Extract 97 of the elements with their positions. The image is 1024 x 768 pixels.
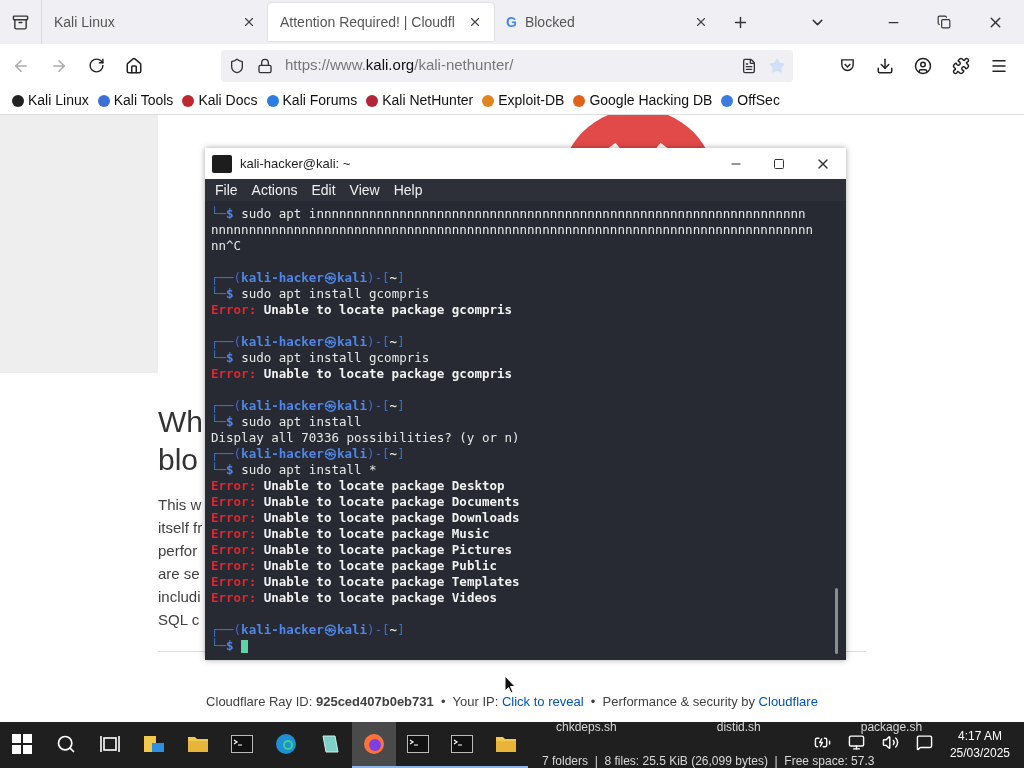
- status-text: 7 folders | 8 files: 25.5 KiB (26,099 bytes) | Free space: 57.3: [542, 755, 875, 768]
- close-tab-icon[interactable]: [468, 15, 482, 29]
- command-line: └─$ sudo apt install gcompris: [211, 286, 431, 302]
- paragraph-text: perfor: [158, 541, 198, 561]
- paragraph-text: itself fr: [158, 518, 203, 538]
- paragraph-text: includi: [158, 587, 201, 607]
- bookmark-link[interactable]: Kali Forums: [282, 90, 358, 111]
- tab-title: Attention Required! | Cloudfl: [280, 12, 456, 32]
- browser-tab[interactable]: G Blocked: [494, 3, 720, 41]
- bookmark-link[interactable]: Kali Tools: [113, 90, 174, 111]
- extensions-icon[interactable]: [952, 56, 970, 75]
- task-view-icon: [99, 734, 121, 754]
- tab-favicon: G: [506, 12, 517, 32]
- mouse-pointer-icon: [504, 675, 516, 694]
- terminal-icon: [407, 735, 429, 753]
- error-line: Error: Unable to locate package gcompris: [211, 366, 514, 382]
- file-name: distid.sh: [716, 721, 761, 734]
- close-tab-icon[interactable]: [694, 15, 708, 29]
- error-line: Error: Unable to locate package gcompris: [211, 302, 514, 318]
- bookmark-link[interactable]: Kali NetHunter: [382, 90, 474, 111]
- folder-icon: [187, 735, 209, 753]
- command-line: └─$ sudo apt install *: [211, 462, 378, 478]
- download-icon[interactable]: [876, 56, 894, 75]
- bookmark-link[interactable]: Kali Docs: [198, 90, 258, 111]
- paragraph-text: are se: [158, 564, 200, 584]
- cloudflare-link[interactable]: Cloudflare: [758, 694, 818, 709]
- notepad-icon: [319, 733, 341, 755]
- address-bar[interactable]: https://www.kali.org/kali-nethunter/: [221, 49, 793, 82]
- heading-text: blo: [158, 442, 199, 478]
- menu-item[interactable]: Actions: [251, 179, 298, 201]
- error-line: Error: Unable to locate package Videos: [211, 590, 498, 606]
- bookmark-link[interactable]: Google Hacking DB: [589, 90, 713, 111]
- search-icon: [56, 734, 76, 754]
- tab-title: Kali Linux: [54, 12, 116, 32]
- heading-text: Wh: [158, 404, 203, 440]
- menu-item[interactable]: Edit: [311, 179, 336, 201]
- file-name: chkdeps.sh: [556, 721, 617, 734]
- paragraph-text: SQL c: [158, 610, 200, 630]
- lock-icon[interactable]: [257, 57, 273, 74]
- pocket-icon[interactable]: [839, 57, 856, 74]
- file-name: package.sh: [860, 721, 923, 734]
- browser-tab[interactable]: Attention Required! | Cloudfl: [268, 3, 494, 41]
- footer-text: Cloudflare Ray ID: 925ced407b0eb731 • Your IP: Click to reveal • Performance & security by Cloudflare: [206, 693, 818, 711]
- error-line: Error: Unable to locate package Music: [211, 526, 491, 542]
- window-title: kali-hacker@kali: ~: [240, 154, 351, 173]
- command-line: └─$ sudo apt innnnnnnnnnnnnnnnnnnnnnnnnnnnnnnnnnnnnnnnnnnnnnnnnnnnnnnnnnnnnnnnn: [211, 206, 807, 222]
- bookmark-link[interactable]: OffSec: [737, 90, 780, 111]
- error-line: Error: Unable to locate package Templates: [211, 574, 521, 590]
- tab-title: Blocked: [524, 12, 576, 32]
- error-line: Error: Unable to locate package Documents: [211, 494, 521, 510]
- tab-list-icon[interactable]: [12, 13, 29, 31]
- url-text: https://www.kali.org/kali-nethunter/: [285, 55, 515, 76]
- shield-icon[interactable]: [229, 57, 245, 74]
- error-line: Error: Unable to locate package Downloads: [211, 510, 521, 526]
- command-line: └─$: [211, 638, 846, 654]
- reveal-ip-link[interactable]: Click to reveal: [501, 694, 584, 709]
- clock[interactable]: 4:17 AM 25/03/2025: [949, 728, 1010, 762]
- prompt-line: ┌──(kali-hacker㉿kali)-[~]: [211, 446, 406, 462]
- bookmark-star-icon[interactable]: [769, 57, 785, 74]
- reader-view-icon[interactable]: [741, 57, 757, 74]
- close-tab-icon[interactable]: [242, 15, 256, 29]
- maximize-icon[interactable]: [773, 157, 785, 170]
- notification-icon[interactable]: [915, 734, 933, 751]
- network-icon[interactable]: [847, 734, 865, 751]
- menu-item[interactable]: View: [349, 179, 380, 201]
- prompt-line: ┌──(kali-hacker㉿kali)-[~]: [211, 334, 406, 350]
- prompt-line: ┌──(kali-hacker㉿kali)-[~]: [211, 622, 406, 638]
- error-line: Error: Unable to locate package Public: [211, 558, 498, 574]
- volume-icon[interactable]: [881, 734, 899, 751]
- terminal-icon: [451, 735, 473, 753]
- restore-icon[interactable]: [937, 15, 951, 29]
- command-line: └─$ sudo apt install: [211, 414, 363, 430]
- account-icon[interactable]: [914, 56, 932, 75]
- browser-swirl-icon: [275, 733, 297, 755]
- prompt-line: ┌──(kali-hacker㉿kali)-[~]: [211, 270, 406, 286]
- output-line: nn^C: [211, 238, 243, 254]
- command-line: └─$ sudo apt install gcompris: [211, 350, 431, 366]
- reload-icon[interactable]: [88, 57, 105, 74]
- error-line: Error: Unable to locate package Pictures: [211, 542, 514, 558]
- windows-logo-icon: [12, 734, 32, 754]
- menu-item[interactable]: Help: [393, 179, 423, 201]
- fox-globe-icon: [363, 733, 385, 755]
- error-line: Error: Unable to locate package Desktop: [211, 478, 506, 494]
- scrollbar-thumb[interactable]: [835, 588, 838, 654]
- home-icon[interactable]: [125, 56, 143, 75]
- paragraph-text: This w: [158, 495, 202, 515]
- terminal-app-icon: [212, 154, 232, 173]
- output-line: nnnnnnnnnnnnnnnnnnnnnnnnnnnnnnnnnnnnnnnnnnnnnnnnnnnnnnnnnnnnnnnnnnnnnnnnnnnnnnnn: [211, 222, 815, 238]
- menu-item[interactable]: File: [215, 179, 238, 201]
- bookmark-link[interactable]: Kali Linux: [28, 90, 89, 111]
- folder-icon: [495, 735, 517, 753]
- file-explorer-icon: [143, 734, 165, 754]
- bookmark-link[interactable]: Exploit-DB: [498, 90, 565, 111]
- browser-tab[interactable]: Kali Linux: [42, 3, 268, 41]
- terminal-icon: [231, 735, 253, 753]
- output-line: Display all 70336 possibilities? (y or n): [211, 430, 521, 446]
- prompt-line: ┌──(kali-hacker㉿kali)-[~]: [211, 398, 406, 414]
